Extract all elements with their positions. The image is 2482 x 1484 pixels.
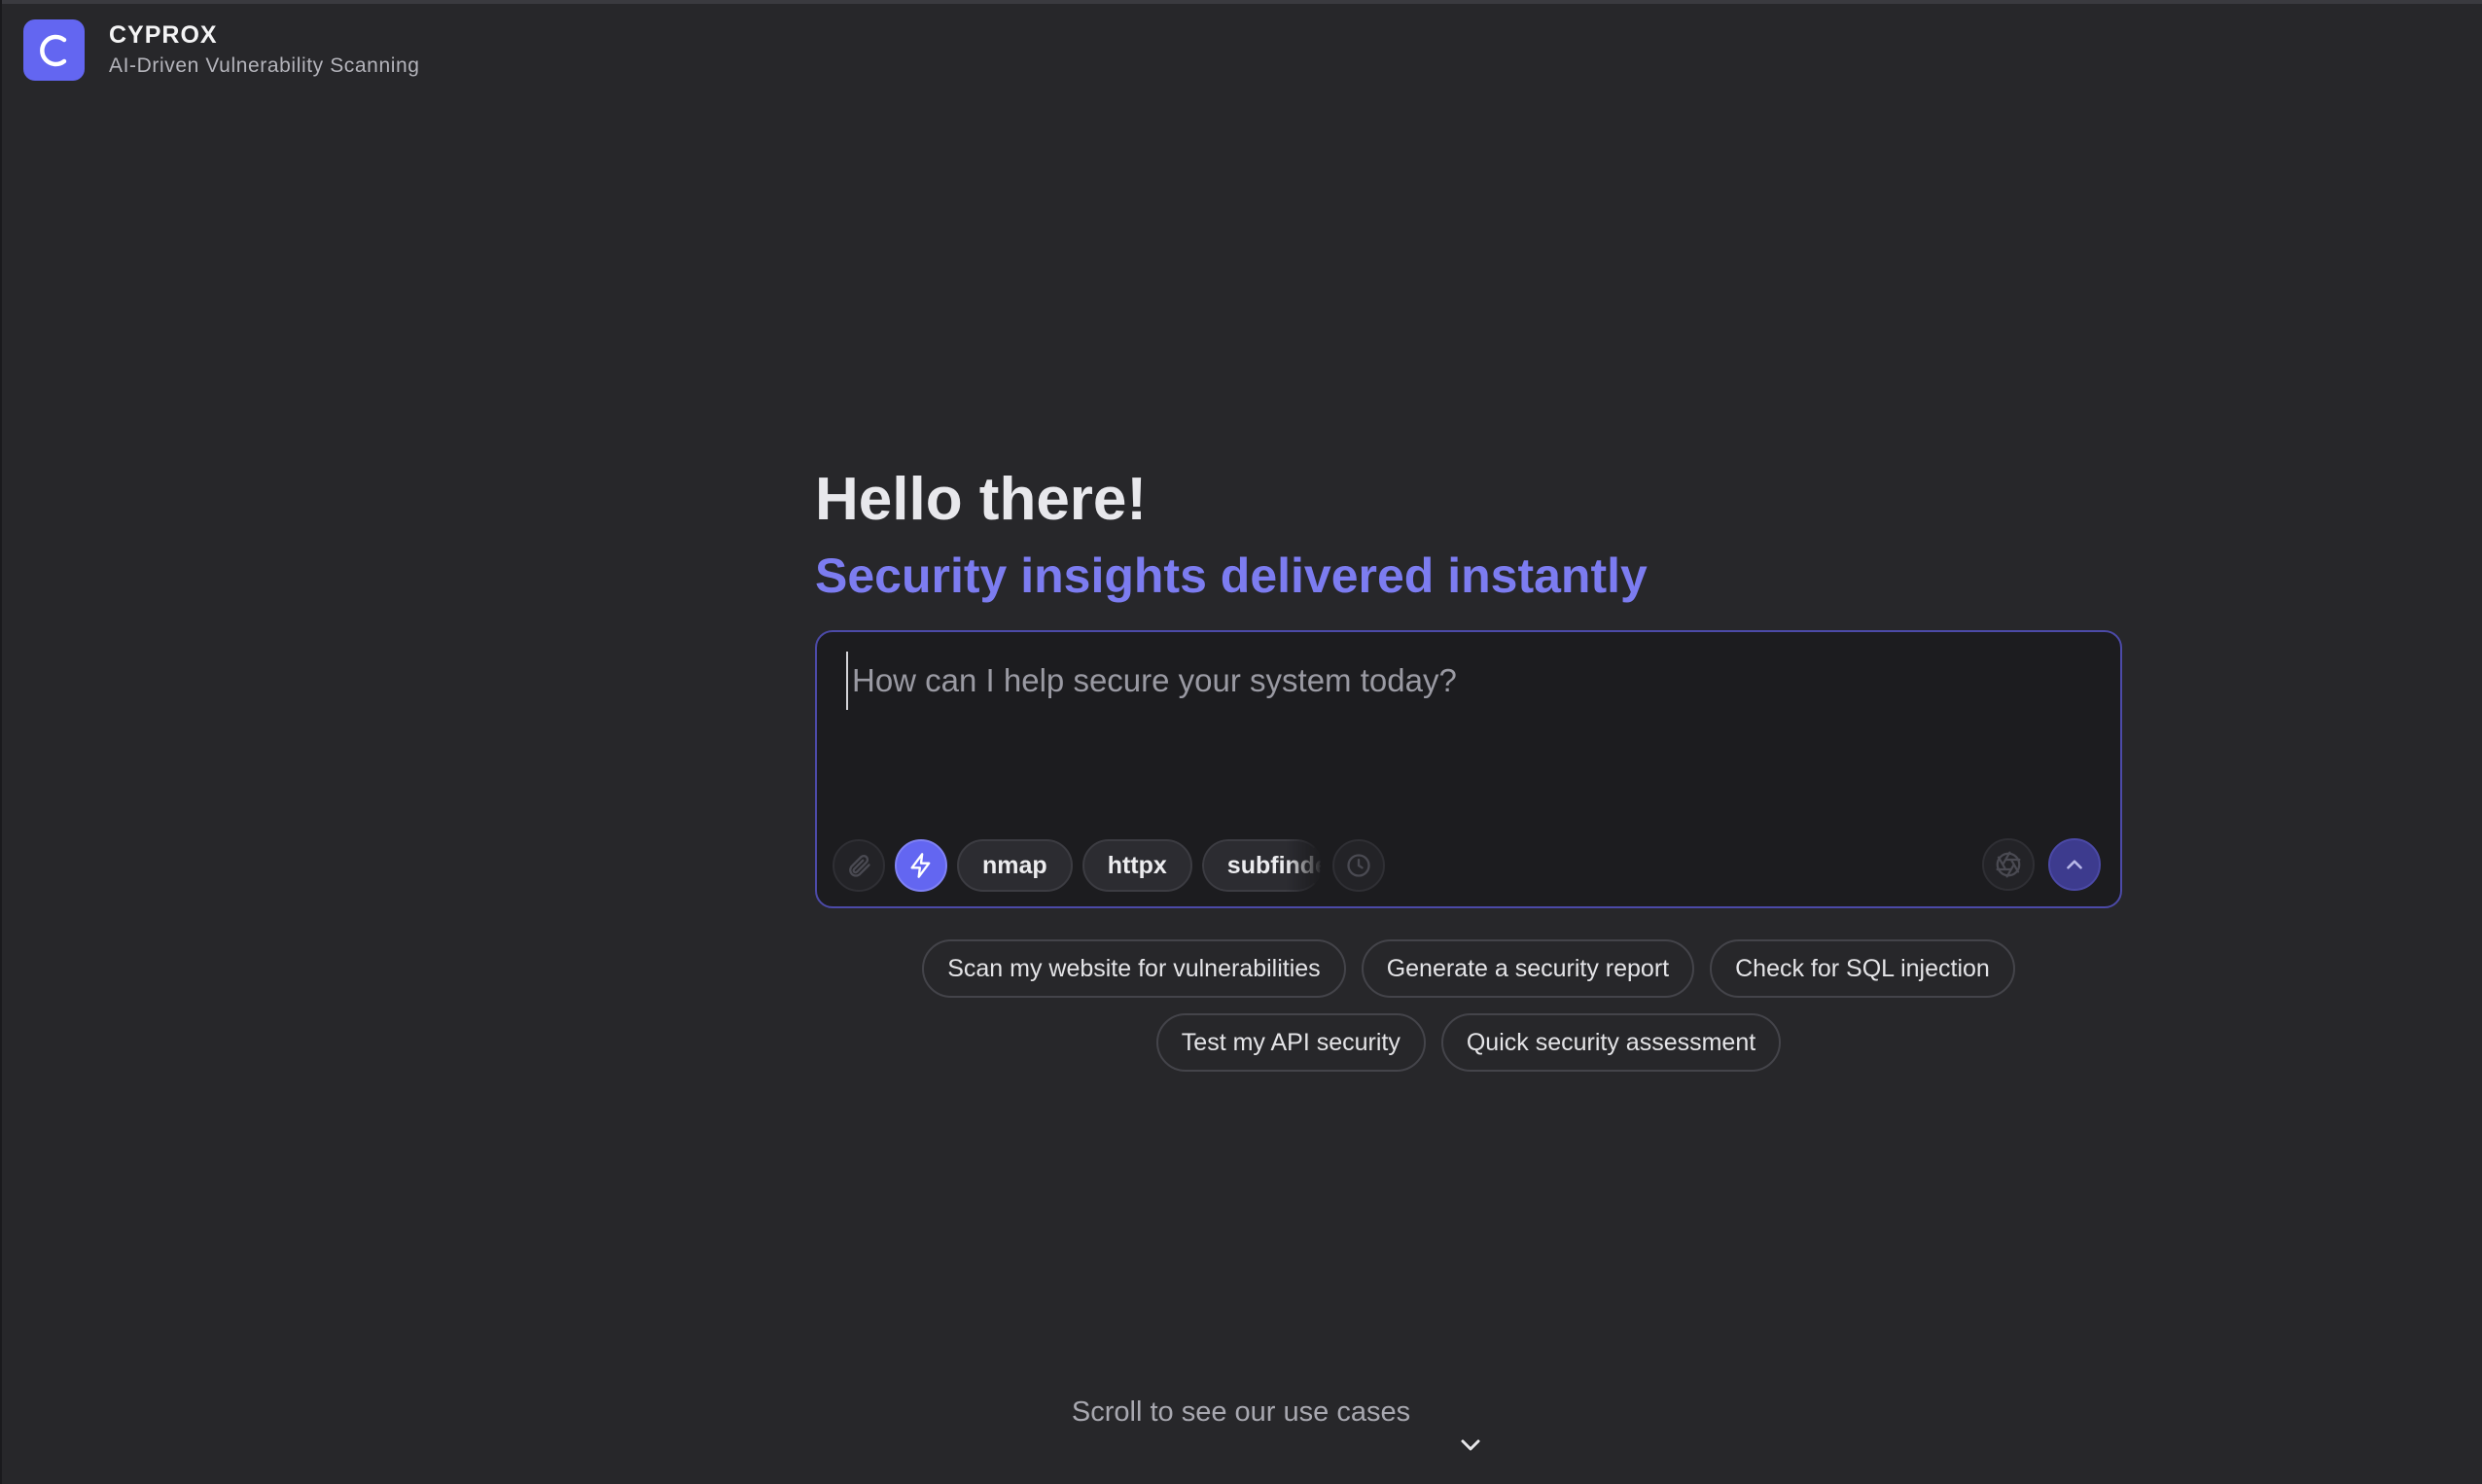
- tool-chip-httpx[interactable]: httpx: [1081, 839, 1192, 892]
- tool-chip-subfinder[interactable]: subfinder: [1201, 839, 1323, 892]
- prompt-tool-row: nmap httpx subfinder: [833, 838, 1385, 893]
- attach-button[interactable]: [833, 839, 885, 892]
- window-left-border: [0, 0, 2, 1484]
- send-button[interactable]: [2048, 838, 2101, 891]
- brand-logo[interactable]: [23, 19, 85, 81]
- hero-subtitle: Security insights delivered instantly: [815, 548, 1648, 603]
- prompt-input[interactable]: [846, 652, 2097, 710]
- hero-title: Hello there!: [815, 466, 1148, 533]
- brand-name: CYPROX: [109, 21, 218, 49]
- suggestion-scan-website[interactable]: Scan my website for vulnerabilities: [922, 939, 1346, 998]
- quick-mode-button[interactable]: [895, 839, 947, 892]
- suggestion-sql-injection[interactable]: Check for SQL injection: [1710, 939, 2015, 998]
- scroll-hint[interactable]: Scroll to see our use cases: [0, 1396, 2482, 1429]
- suggestion-quick-assessment[interactable]: Quick security assessment: [1440, 1013, 1782, 1072]
- lightning-icon: [910, 853, 931, 878]
- suggestion-api-security[interactable]: Test my API security: [1155, 1013, 1426, 1072]
- clock-icon: [1347, 854, 1370, 877]
- tool-chip-nmap[interactable]: nmap: [957, 839, 1073, 892]
- history-button[interactable]: [1331, 839, 1385, 892]
- settings-button[interactable]: [1982, 838, 2035, 891]
- suggestion-list: Scan my website for vulnerabilities Gene…: [815, 939, 2122, 1072]
- paperclip-icon: [849, 854, 870, 877]
- chevron-up-icon: [2067, 860, 2082, 869]
- brand-tagline: AI-Driven Vulnerability Scanning: [109, 54, 420, 77]
- prompt-actions: [1982, 838, 2101, 891]
- suggestion-security-report[interactable]: Generate a security report: [1361, 939, 1695, 998]
- c-logo-icon: [39, 34, 66, 66]
- window-top-border: [0, 0, 2482, 4]
- chevron-down-icon[interactable]: [1459, 1437, 1482, 1453]
- prompt-box: nmap httpx subfinder: [815, 630, 2122, 908]
- aperture-icon: [1996, 851, 2021, 878]
